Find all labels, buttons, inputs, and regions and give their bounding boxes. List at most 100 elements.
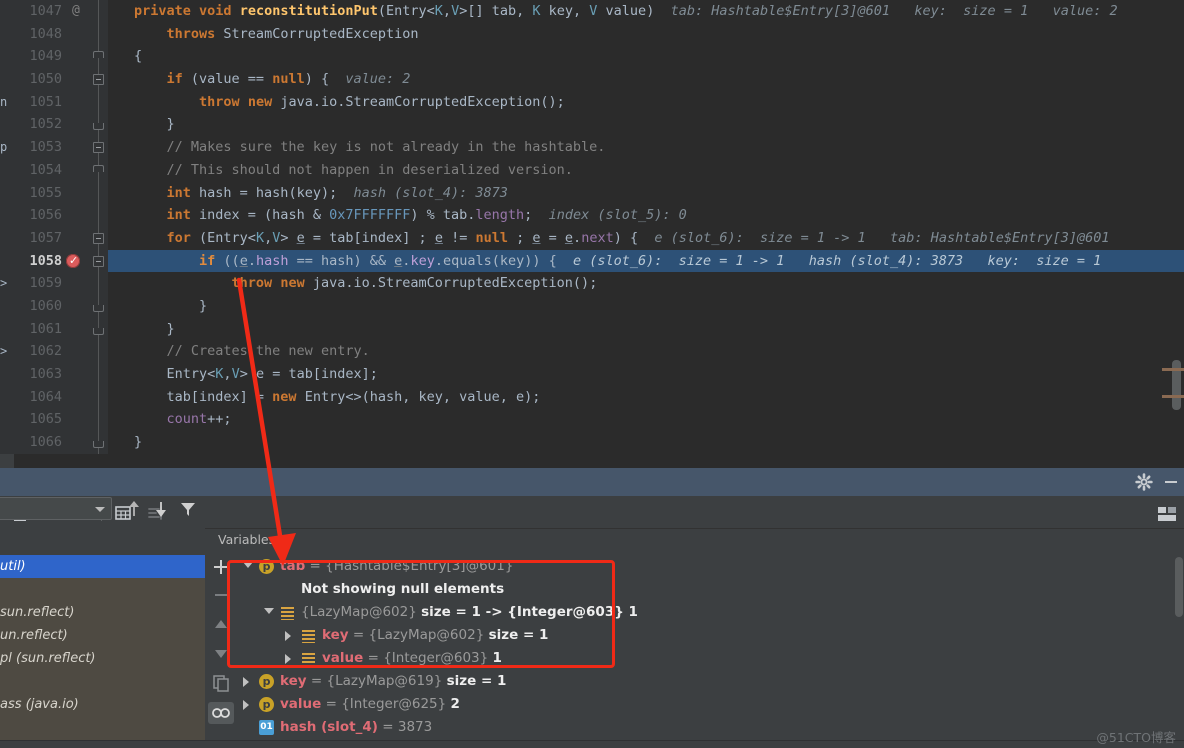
- code-line[interactable]: 1052 }: [0, 113, 1184, 137]
- code-line[interactable]: 1050 if (value == null) { value: 2: [0, 68, 1184, 91]
- chevron-down-icon[interactable]: [264, 608, 274, 614]
- frame-row[interactable]: util): [0, 555, 205, 578]
- breakpoint-icon[interactable]: [66, 250, 80, 272]
- code-line[interactable]: 1048 throws StreamCorruptedException: [0, 22, 1184, 46]
- code-lines[interactable]: 1047 @ private void reconstitutionPut(Entr…: [0, 0, 1184, 454]
- fold-guide: [98, 22, 99, 46]
- fold-marker-icon[interactable]: [93, 255, 104, 267]
- gear-icon[interactable]: [1135, 473, 1153, 491]
- variable-row[interactable]: p value = {Integer@625} 2: [237, 693, 1184, 716]
- override-annotation-icon[interactable]: @: [72, 0, 80, 23]
- variable-row[interactable]: Not showing null elements: [237, 578, 1184, 601]
- fold-marker-icon[interactable]: [93, 327, 104, 335]
- frame-row[interactable]: pl (sun.reflect): [0, 647, 205, 670]
- debug-tool-window[interactable]: Variables util) sun.reflect) un.reflect) pl…: [0, 468, 1184, 748]
- variable-row[interactable]: 01 hash (slot_4) = 3873: [237, 716, 1184, 739]
- fold-guide: [98, 90, 99, 114]
- code-text: throw new java.io.StreamCorruptedExcepti…: [231, 275, 598, 292]
- frame-row[interactable]: un.reflect): [0, 624, 205, 647]
- code-line[interactable]: 1062 > // Creates the new entry.: [0, 340, 1184, 363]
- debug-panel-header: [0, 468, 1184, 496]
- code-line[interactable]: 1051 n throw new java.io.StreamCorruptedE…: [0, 90, 1184, 114]
- code-line[interactable]: 1058 if ((e.hash == hash) && e.key.equal…: [0, 249, 1184, 272]
- variable-row[interactable]: p tab = {Hashtable$Entry[3]@601}: [237, 555, 1184, 578]
- variable-value: {LazyMap@619}: [326, 673, 443, 689]
- variable-name: key: [280, 673, 307, 689]
- code-text: // Creates the new entry.: [166, 343, 370, 360]
- fold-marker-icon[interactable]: [93, 123, 104, 131]
- code-line[interactable]: 1056 int index = (hash & 0x7FFFFFFF) % t…: [0, 204, 1184, 227]
- variable-name: value: [280, 696, 322, 712]
- variable-row[interactable]: p key = {LazyMap@619} size = 1: [237, 670, 1184, 693]
- frames-list[interactable]: util) sun.reflect) un.reflect) pl (sun.refl…: [0, 555, 205, 716]
- variable-equals: =: [305, 558, 326, 574]
- collection-icon: [280, 605, 295, 620]
- chevron-right-icon[interactable]: [243, 700, 249, 710]
- frames-toolbar[interactable]: [0, 497, 205, 555]
- watches-toolbar[interactable]: [205, 555, 237, 748]
- fold-marker-icon[interactable]: [93, 304, 104, 312]
- move-down-icon[interactable]: [151, 500, 171, 520]
- variable-row[interactable]: {LazyMap@602} size = 1 -> {Integer@603} …: [237, 601, 1184, 624]
- fold-marker-icon[interactable]: [93, 74, 104, 86]
- variables-tree[interactable]: p tab = {Hashtable$Entry[3]@601} Not showi…: [237, 555, 1184, 748]
- fold-marker-icon[interactable]: [93, 164, 104, 172]
- copy-icon[interactable]: [211, 673, 231, 693]
- chevron-down-icon[interactable]: [243, 562, 253, 568]
- variable-row[interactable]: value = {Integer@603} 1: [237, 647, 1184, 670]
- variable-name: tab: [280, 558, 306, 574]
- code-line[interactable]: 1047 @ private void reconstitutionPut(Entr…: [0, 0, 1184, 23]
- line-number: 1063: [29, 366, 62, 382]
- code-text: }: [134, 297, 208, 314]
- fold-marker-icon[interactable]: [93, 51, 104, 59]
- move-up-icon[interactable]: [211, 615, 231, 635]
- chevron-right-icon[interactable]: [285, 654, 291, 664]
- move-up-icon[interactable]: [124, 500, 144, 520]
- variable-row[interactable]: key = {LazyMap@602} size = 1: [237, 624, 1184, 647]
- frame-row[interactable]: [0, 670, 205, 693]
- code-line[interactable]: 1063 Entry<K,V> e = tab[index];: [0, 363, 1184, 386]
- fold-marker-icon[interactable]: [93, 142, 104, 154]
- variables-scrollbar[interactable]: [1175, 557, 1183, 617]
- code-text: int index = (hash & 0x7FFFFFFF) % tab.le…: [166, 207, 687, 224]
- minimize-icon[interactable]: [1162, 473, 1180, 491]
- code-editor[interactable]: 1047 @ private void reconstitutionPut(Entr…: [0, 0, 1184, 468]
- code-line[interactable]: 1065 count++;: [0, 408, 1184, 432]
- variable-name: value: [322, 650, 364, 666]
- code-line[interactable]: 1059 > throw new java.io.StreamCorruptedE…: [0, 272, 1184, 295]
- code-line[interactable]: 1060 }: [0, 294, 1184, 318]
- inspect-icon[interactable]: [208, 701, 234, 724]
- code-line[interactable]: 1054 // This should not happen in deseri…: [0, 158, 1184, 182]
- code-line[interactable]: 1049 {: [0, 45, 1184, 69]
- variable-equals: =: [363, 650, 384, 666]
- code-line[interactable]: 1055 int hash = hash(key); hash (slot_4)…: [0, 181, 1184, 205]
- tab-variables[interactable]: Variables: [218, 532, 275, 547]
- code-line[interactable]: 1057 for (Entry<K,V> e = tab[index] ; e …: [0, 226, 1184, 250]
- frame-row[interactable]: ass (java.io): [0, 693, 205, 716]
- layout-settings-icon[interactable]: [1157, 506, 1177, 526]
- move-down-icon[interactable]: [211, 643, 231, 663]
- chevron-right-icon[interactable]: [285, 631, 291, 641]
- error-stripe-mark[interactable]: [1162, 395, 1184, 398]
- thread-select[interactable]: [0, 497, 112, 520]
- frames-pane[interactable]: util) sun.reflect) un.reflect) pl (sun.refl…: [0, 497, 205, 748]
- line-number: 1049: [29, 48, 62, 65]
- code-line[interactable]: 1066}: [0, 431, 1184, 454]
- inline-debug-hint: index (slot_5): 0: [548, 207, 687, 224]
- code-line[interactable]: 1064 tab[index] = new Entry<>(hash, key,…: [0, 385, 1184, 409]
- code-line[interactable]: 1053 p // Makes sure the key is not alrea…: [0, 136, 1184, 159]
- code-text: // This should not happen in deserialize…: [166, 161, 573, 178]
- add-watch-icon[interactable]: [211, 557, 231, 577]
- frame-row[interactable]: sun.reflect): [0, 601, 205, 624]
- fold-marker-icon[interactable]: [93, 441, 104, 449]
- variables-rows[interactable]: p tab = {Hashtable$Entry[3]@601} Not showi…: [237, 555, 1184, 739]
- fold-marker-icon[interactable]: [93, 232, 104, 244]
- code-text: }: [134, 116, 175, 133]
- remove-watch-icon[interactable]: [211, 585, 231, 605]
- frame-row[interactable]: [0, 578, 205, 601]
- error-stripe-mark[interactable]: [1162, 368, 1184, 371]
- filter-icon[interactable]: [178, 500, 198, 520]
- code-line[interactable]: 1061 }: [0, 317, 1184, 341]
- chevron-right-icon[interactable]: [243, 677, 249, 687]
- primitive-icon: 01: [259, 720, 274, 735]
